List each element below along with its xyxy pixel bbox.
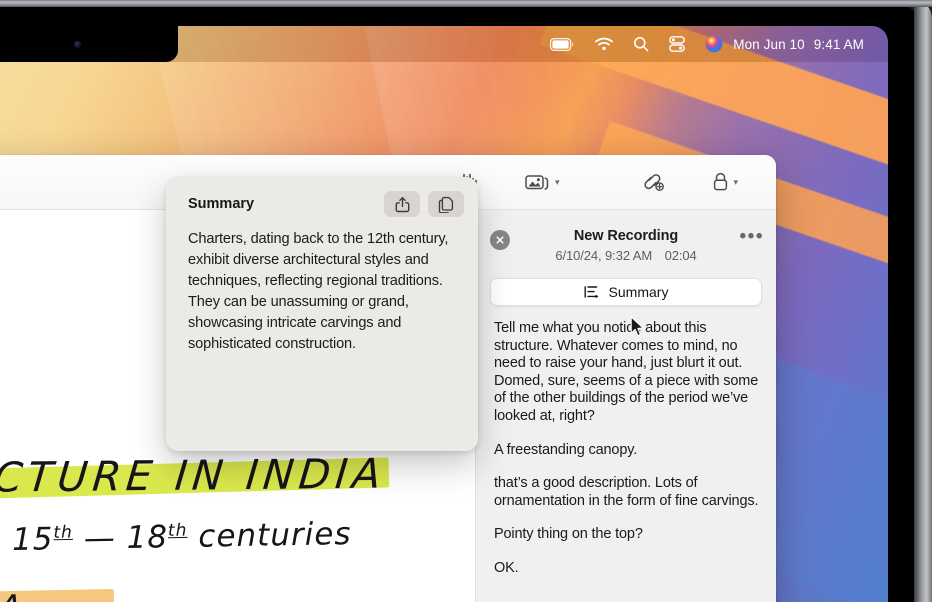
- laptop-bezel-right: [914, 0, 932, 602]
- recording-sidebar: ••• New Recording 6/10/24, 9:32 AM 02:04: [475, 210, 776, 602]
- summary-lines-icon: [584, 285, 598, 298]
- laptop-screen: Mon Jun 10 9:41 AM ▾ ▾ ITECTURE IN INDIA…: [0, 0, 932, 602]
- lock-icon[interactable]: ▾: [706, 165, 745, 199]
- recording-title: New Recording: [573, 228, 679, 244]
- summary-button[interactable]: Summary: [490, 278, 762, 306]
- recording-header: ••• New Recording 6/10/24, 9:32 AM 02:04: [476, 210, 776, 263]
- battery-icon[interactable]: [540, 26, 585, 62]
- display-notch: [0, 26, 178, 62]
- recording-date: 6/10/24, 9:32 AM: [555, 248, 653, 263]
- recording-meta: 6/10/24, 9:32 AM 02:04: [494, 248, 758, 263]
- transcript-paragraph: A freestanding canopy.: [494, 441, 638, 458]
- siri-icon[interactable]: [695, 26, 733, 62]
- transcript-paragraph: that’s a good description. Lots of ornam…: [494, 475, 759, 509]
- add-link-icon[interactable]: [634, 165, 672, 199]
- toolbar-icon-group: ▾ ▾: [450, 165, 776, 199]
- menu-bar-clock: Mon Jun 10 9:41 AM: [733, 37, 866, 52]
- wifi-icon[interactable]: [585, 26, 623, 62]
- camera-icon: [73, 40, 81, 48]
- copy-icon[interactable]: [428, 191, 464, 217]
- summary-button-label: Summary: [608, 284, 669, 300]
- more-options-icon[interactable]: •••: [740, 227, 764, 247]
- popover-title: Summary: [188, 196, 255, 212]
- menu-bar-date: Mon Jun 10: [733, 36, 805, 52]
- transcript-paragraph: Pointy thing on the top?: [494, 526, 643, 543]
- popover-body-text: Charters, dating back to the 12th centur…: [188, 231, 449, 352]
- chevron-down-icon[interactable]: ▾: [734, 177, 739, 188]
- media-insert-icon[interactable]: ▾: [519, 165, 566, 199]
- transcript-paragraph: OK.: [494, 559, 519, 576]
- chevron-down-icon[interactable]: ▾: [555, 177, 560, 188]
- search-icon[interactable]: [623, 26, 659, 62]
- handwritten-title: ITECTURE IN INDIA: [0, 449, 388, 503]
- recording-duration: 02:04: [664, 248, 697, 263]
- popover-header: Summary: [166, 177, 478, 217]
- summary-popover: Summary Charters, dating back to the 12t…: [166, 177, 478, 451]
- handwritten-subtitle: 15th — 18th centuries: [12, 516, 352, 558]
- share-icon[interactable]: [384, 191, 420, 217]
- mouse-cursor: [630, 316, 644, 337]
- menu-bar-time: 9:41 AM: [813, 36, 864, 52]
- display-surface: Mon Jun 10 9:41 AM ▾ ▾ ITECTURE IN INDIA…: [0, 26, 888, 602]
- laptop-bezel-top: [0, 0, 932, 7]
- handwritten-bottom-line: HATΔ: [0, 588, 26, 602]
- close-icon[interactable]: [490, 230, 510, 250]
- control-center-icon[interactable]: [659, 26, 695, 62]
- transcript-paragraph: Tell me what you notice about this struc…: [494, 320, 759, 424]
- transcript-list[interactable]: Tell me what you notice about this struc…: [476, 306, 776, 578]
- subtitle-text: 15th — 18th centuries: [11, 516, 352, 558]
